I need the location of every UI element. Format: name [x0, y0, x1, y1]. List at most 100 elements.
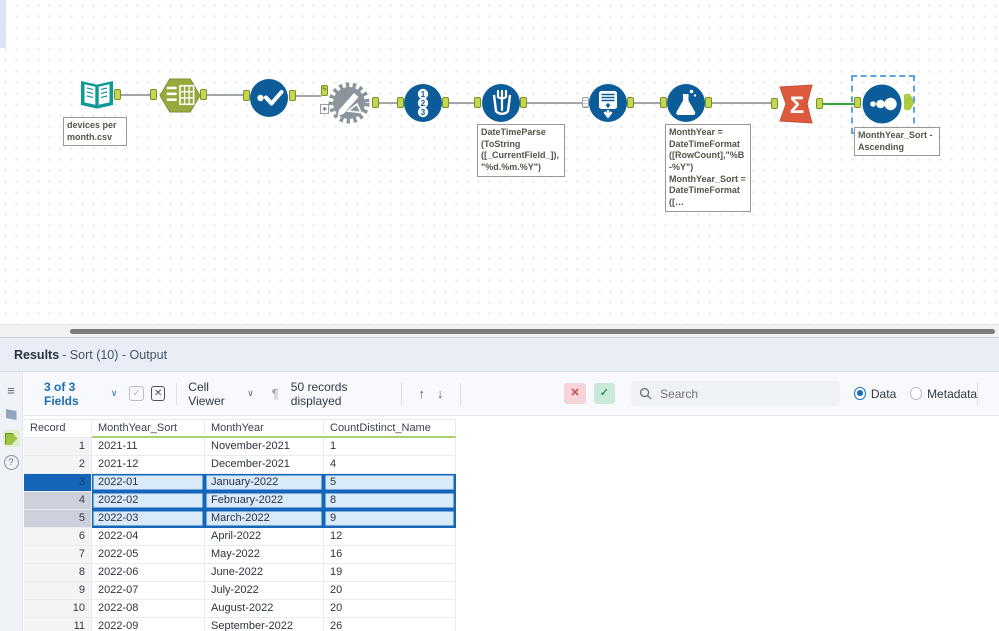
data-cell[interactable]: May-2022	[205, 546, 324, 564]
output-anchor[interactable]	[705, 97, 712, 108]
output-anchor[interactable]	[200, 89, 207, 100]
data-cell[interactable]: 4	[324, 456, 456, 474]
tool-multi-row-formula[interactable]	[588, 83, 628, 128]
list-icon[interactable]: ≡	[3, 382, 20, 399]
data-cell[interactable]: 1	[324, 438, 456, 456]
connection	[634, 102, 660, 104]
data-cell[interactable]: 2022-04	[92, 528, 205, 546]
data-cell[interactable]: 8	[324, 492, 456, 510]
record-number-cell[interactable]: 9	[24, 582, 92, 600]
column-header[interactable]: Record	[24, 419, 92, 438]
scrollbar-thumb[interactable]	[70, 329, 995, 334]
chevron-down-icon[interactable]: ∨	[111, 388, 118, 399]
table-row: 3 2022-01 January-2022 5	[24, 474, 457, 492]
table-row: 7 2022-05 May-2022 16	[24, 546, 457, 564]
data-cell[interactable]: January-2022	[205, 474, 324, 492]
data-cell[interactable]: June-2022	[205, 564, 324, 582]
input-anchor[interactable]	[150, 89, 157, 100]
data-cell[interactable]: 20	[324, 600, 456, 618]
data-cell[interactable]: 16	[324, 546, 456, 564]
data-cell[interactable]: 2022-01	[92, 474, 205, 492]
metadata-radio[interactable]	[910, 387, 923, 400]
data-cell[interactable]: 2022-08	[92, 600, 205, 618]
output-anchor[interactable]	[816, 98, 823, 109]
results-table: Record MonthYear_Sort MonthYear CountDistin…	[24, 419, 457, 631]
record-number-cell[interactable]: 3	[24, 474, 92, 492]
tool-unique[interactable]	[249, 78, 289, 123]
search-box[interactable]	[631, 381, 841, 406]
data-cell[interactable]: 26	[324, 618, 456, 631]
tool-select[interactable]	[158, 77, 201, 119]
fields-dropdown[interactable]: 3 of 3 Fields	[44, 380, 106, 408]
chevron-down-icon[interactable]: ∨	[247, 388, 254, 399]
connection	[120, 94, 150, 96]
data-cell[interactable]: 9	[324, 510, 456, 528]
data-radio[interactable]	[854, 387, 866, 400]
connection	[449, 102, 474, 104]
tool-summarize[interactable]: Σ	[777, 84, 815, 129]
data-cell[interactable]: December-2021	[205, 456, 324, 474]
deselect-all-icon[interactable]: ✕	[150, 386, 166, 401]
profile-panel-icon[interactable]	[3, 406, 20, 423]
remove-filter-button[interactable]: ✕	[564, 383, 586, 404]
data-cell[interactable]: 20	[324, 582, 456, 600]
record-number-cell[interactable]: 10	[24, 600, 92, 618]
data-cell[interactable]: 2022-09	[92, 618, 205, 631]
record-number-cell[interactable]: 5	[24, 510, 92, 528]
data-cell[interactable]: 19	[324, 564, 456, 582]
input-anchor[interactable]	[474, 97, 481, 108]
divider	[977, 382, 978, 405]
data-cell[interactable]: 2022-06	[92, 564, 205, 582]
output-anchor[interactable]	[627, 97, 634, 108]
output-anchor[interactable]	[289, 90, 296, 101]
output-anchor[interactable]	[442, 97, 449, 108]
arrow-down-icon[interactable]: ↓	[437, 386, 444, 401]
record-number-cell[interactable]: 8	[24, 564, 92, 582]
record-number-cell[interactable]: 6	[24, 528, 92, 546]
data-cell[interactable]: August-2022	[205, 600, 324, 618]
canvas-horizontal-scrollbar[interactable]	[0, 324, 999, 338]
data-cell[interactable]: September-2022	[205, 618, 324, 631]
data-cell[interactable]: 12	[324, 528, 456, 546]
data-cell[interactable]: 2022-02	[92, 492, 205, 510]
record-number-cell[interactable]: 2	[24, 456, 92, 474]
cell-viewer-dropdown[interactable]: Cell Viewer	[188, 380, 242, 408]
tool-input-data[interactable]	[78, 76, 116, 119]
data-cell[interactable]: 2022-03	[92, 510, 205, 528]
output-anchor[interactable]	[520, 97, 527, 108]
output-anchor[interactable]	[372, 97, 379, 108]
data-cell[interactable]: November-2021	[205, 438, 324, 456]
tool-multi-field-formula[interactable]	[481, 83, 521, 128]
data-cell[interactable]: 2022-07	[92, 582, 205, 600]
records-displayed-label: 50 records displayed	[290, 379, 348, 408]
data-cell[interactable]: 2021-11	[92, 438, 205, 456]
data-cell[interactable]: March-2022	[205, 510, 324, 528]
tool-record-id[interactable]: 1 2 3	[403, 83, 443, 128]
data-cell[interactable]: 2021-12	[92, 456, 205, 474]
results-anchor-icon[interactable]	[2, 430, 20, 447]
arrow-up-icon[interactable]: ↑	[418, 386, 425, 401]
select-all-checkbox-icon[interactable]: ✓	[129, 386, 144, 401]
record-number-cell[interactable]: 1	[24, 438, 92, 456]
tool-macro[interactable]	[326, 80, 372, 131]
tool-sort[interactable]	[861, 83, 903, 130]
tool-formula[interactable]	[666, 83, 706, 128]
column-header[interactable]: MonthYear	[205, 419, 324, 438]
svg-text:1: 1	[421, 90, 426, 99]
connection-selected	[823, 103, 854, 105]
record-number-cell[interactable]: 4	[24, 492, 92, 510]
data-cell[interactable]: 2022-05	[92, 546, 205, 564]
record-number-cell[interactable]: 11	[24, 618, 92, 631]
help-icon[interactable]: ?	[3, 454, 20, 471]
data-cell[interactable]: February-2022	[205, 492, 324, 510]
search-input[interactable]	[658, 385, 833, 402]
data-cell[interactable]: 5	[324, 474, 456, 492]
record-number-cell[interactable]: 7	[24, 546, 92, 564]
column-header[interactable]: CountDistinct_Name	[324, 419, 456, 438]
data-cell[interactable]: April-2022	[205, 528, 324, 546]
apply-filter-button[interactable]: ✓	[593, 383, 616, 404]
pilcrow-icon[interactable]: ¶	[272, 386, 279, 401]
column-header[interactable]: MonthYear_Sort	[92, 419, 205, 438]
workflow-canvas[interactable]: ϟ ∗ devices per month.csv 1 2 3 Σ DateTi…	[0, 0, 999, 324]
data-cell[interactable]: July-2022	[205, 582, 324, 600]
